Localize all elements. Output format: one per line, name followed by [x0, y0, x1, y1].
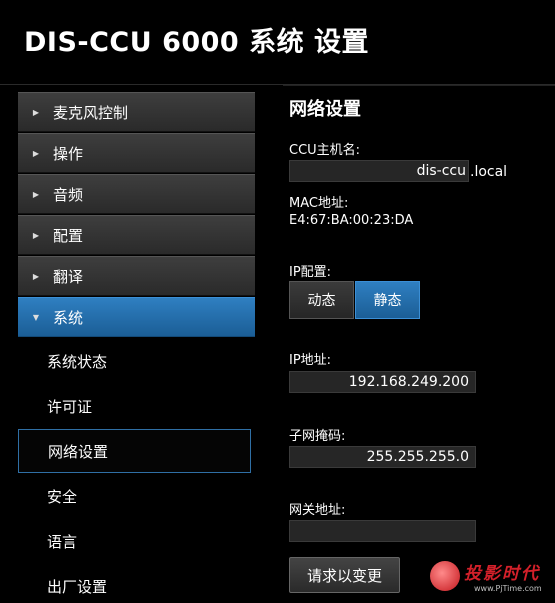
- submenu-item-label: 许可证: [47, 397, 93, 416]
- chevron-right-icon: ▶: [32, 230, 40, 240]
- sidebar-item-system[interactable]: ▼ 系统: [18, 297, 255, 337]
- gateway-label: 网关地址:: [289, 503, 346, 518]
- hostname-value: dis-ccu: [416, 163, 466, 179]
- watermark-title: 投影时代: [464, 564, 540, 584]
- panel-title: 网络设置: [289, 99, 361, 120]
- sidebar-item-label: 麦克风控制: [53, 103, 129, 122]
- submenu-item-network-settings[interactable]: 网络设置: [18, 429, 251, 473]
- subnet-mask-label: 子网掩码:: [289, 429, 346, 444]
- submenu-item-label: 网络设置: [48, 442, 109, 461]
- submenu-item-label: 系统状态: [47, 352, 108, 371]
- sidebar-item-label: 操作: [53, 144, 84, 163]
- submenu-item-system-status[interactable]: 系统状态: [18, 339, 255, 383]
- sidebar-item-microphone-control[interactable]: ▶ 麦克风控制: [18, 92, 255, 132]
- watermark: 投影时代 www.PjTime.com: [430, 553, 552, 599]
- system-submenu: 系统状态 许可证 网络设置 安全 语言 出厂设置: [18, 339, 255, 603]
- watermark-text: 投影时代 www.PjTime.com: [464, 559, 542, 593]
- subnet-mask-value: 255.255.255.0: [366, 449, 469, 465]
- submenu-item-security[interactable]: 安全: [18, 474, 255, 518]
- submenu-item-label: 语言: [47, 532, 78, 551]
- hostname-label: CCU主机名:: [289, 143, 361, 158]
- gateway-input[interactable]: [289, 520, 476, 542]
- hostname-input[interactable]: dis-ccu: [289, 160, 469, 182]
- request-change-button[interactable]: 请求以变更: [289, 557, 400, 593]
- hostname-suffix: .local: [470, 164, 508, 180]
- ip-address-input[interactable]: 192.168.249.200: [289, 371, 476, 393]
- watermark-url: www.PjTime.com: [474, 584, 542, 593]
- watermark-logo-icon: [430, 561, 460, 591]
- mac-label: MAC地址:: [289, 196, 349, 211]
- submenu-item-label: 安全: [47, 487, 78, 506]
- sidebar-item-label: 系统: [53, 308, 84, 327]
- mac-value: E4:67:BA:00:23:DA: [289, 213, 414, 228]
- sidebar-item-label: 音频: [53, 185, 84, 204]
- ip-config-static-button[interactable]: 静态: [355, 281, 420, 319]
- ip-config-label: IP配置:: [289, 265, 332, 280]
- ip-address-value: 192.168.249.200: [348, 374, 469, 390]
- sidebar-item-translation[interactable]: ▶ 翻译: [18, 256, 255, 296]
- sidebar-item-audio[interactable]: ▶ 音频: [18, 174, 255, 214]
- submenu-item-language[interactable]: 语言: [18, 519, 255, 563]
- sidebar-item-operation[interactable]: ▶ 操作: [18, 133, 255, 173]
- sidebar: ▶ 麦克风控制 ▶ 操作 ▶ 音频 ▶ 配置 ▶ 翻译 ▼ 系统 系统状态 许可…: [18, 92, 255, 603]
- sidebar-item-label: 翻译: [53, 267, 84, 286]
- app-title: DIS-CCU 6000 系统 设置: [24, 27, 370, 58]
- sidebar-item-label: 配置: [53, 226, 84, 245]
- ip-address-label: IP地址:: [289, 353, 332, 368]
- submenu-item-license[interactable]: 许可证: [18, 384, 255, 428]
- panel-divider: [283, 85, 555, 86]
- chevron-right-icon: ▶: [32, 189, 40, 199]
- subnet-mask-input[interactable]: 255.255.255.0: [289, 446, 476, 468]
- chevron-down-icon: ▼: [32, 312, 40, 322]
- chevron-right-icon: ▶: [32, 271, 40, 281]
- ip-config-dynamic-button[interactable]: 动态: [289, 281, 354, 319]
- chevron-right-icon: ▶: [32, 148, 40, 158]
- sidebar-item-configuration[interactable]: ▶ 配置: [18, 215, 255, 255]
- submenu-item-label: 出厂设置: [47, 577, 108, 596]
- submenu-item-factory-settings[interactable]: 出厂设置: [18, 564, 255, 603]
- chevron-right-icon: ▶: [32, 107, 40, 117]
